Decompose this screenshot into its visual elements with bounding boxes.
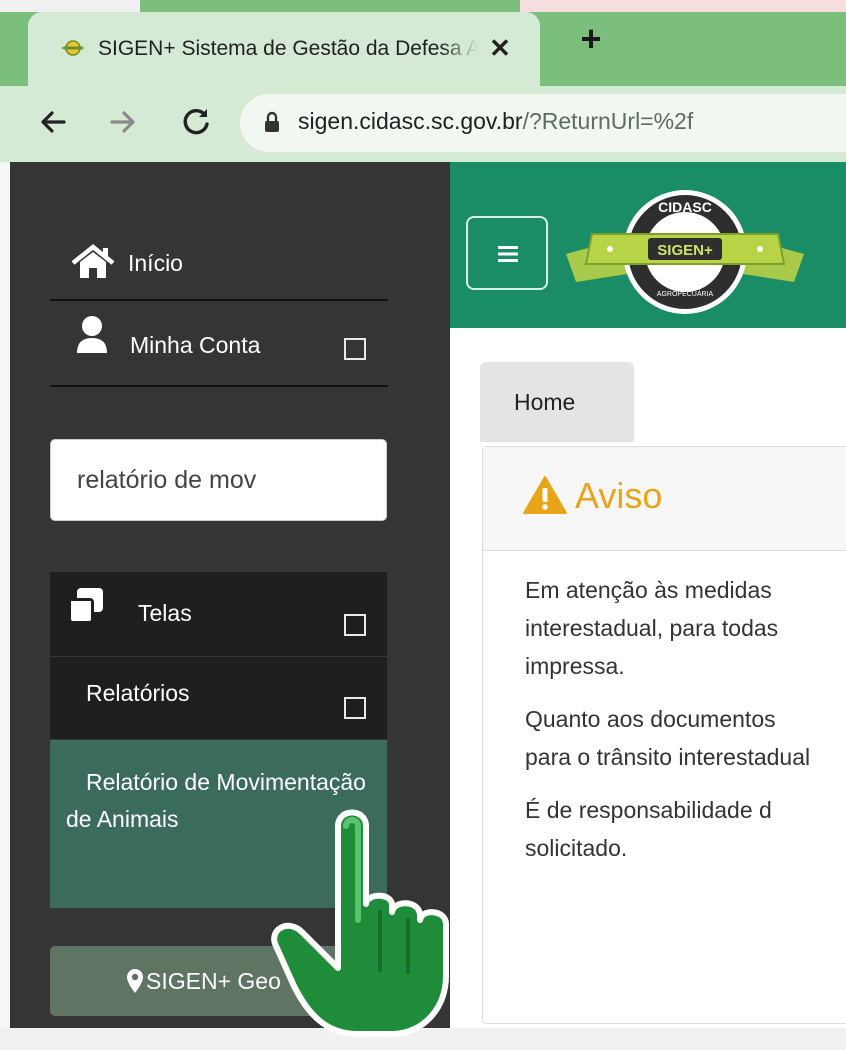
aviso-text-line: É de responsabilidade d [525,797,772,823]
url-text: sigen.cidasc.sc.gov.br/?ReturnUrl=%2f [298,108,693,135]
address-bar[interactable]: sigen.cidasc.sc.gov.br/?ReturnUrl=%2f [240,94,846,152]
cidasc-sigen-logo: SIGEN+ CIDASC DEFESA AGROPECUÁRIA [566,190,804,314]
menu-toggle-button[interactable] [466,216,548,290]
browser-toolbar: sigen.cidasc.sc.gov.br/?ReturnUrl=%2f [0,86,846,162]
sigen-geo-label: SIGEN+ Geo [146,968,281,994]
hamburger-icon [498,246,518,262]
aviso-title: Aviso [575,475,663,516]
aviso-text-line: para o trânsito interestadual [525,744,811,770]
sidebar-item-minha-conta[interactable]: Minha Conta [50,312,388,370]
arrow-left-icon[interactable] [32,100,76,144]
user-icon [77,316,107,353]
sidebar-item-label: Início [128,250,183,276]
windows-icon [68,588,103,624]
reload-icon[interactable] [174,100,218,144]
sidebar-item-label: Telas [138,600,192,626]
logo-bottom-text-1: DEFESA [669,277,702,286]
sidebar-item-label: Relatórios [86,680,190,706]
sidebar-item-inicio[interactable]: Início [50,242,388,282]
new-tab-icon[interactable]: + [574,21,608,58]
url-path: /?ReturnUrl=%2f [522,108,694,134]
aviso-text-line: impressa. [525,653,625,679]
expand-toggle[interactable] [344,614,366,636]
sidebar-divider [50,385,388,387]
map-marker-icon [127,969,143,993]
sidebar-item-relatorios[interactable]: Relatórios [50,657,387,739]
tab-strip-edge-right [520,0,846,12]
sidebar-item-telas[interactable]: Telas [50,572,387,656]
aviso-text-line: Em atenção às medidas [525,577,772,603]
sidebar-divider [50,299,388,301]
aviso-panel: Aviso Em atenção às medidas interestadua… [482,446,846,1024]
aviso-text-line: solicitado. [525,835,628,861]
page-edge [0,162,10,1050]
browser-tab-strip: SIGEN+ Sistema de Gestão da Defesa Agrop… [0,0,846,86]
arrow-right-icon[interactable] [100,100,144,144]
logo-bottom-text-2: AGROPECUÁRIA [657,289,714,298]
menu-search-input[interactable] [51,440,386,520]
aviso-panel-header: Aviso [483,447,846,551]
browser-tab[interactable]: SIGEN+ Sistema de Gestão da Defesa Agrop… [28,12,540,86]
home-icon [71,244,115,278]
lock-icon [265,111,279,132]
expand-toggle[interactable] [344,697,366,719]
url-host: sigen.cidasc.sc.gov.br [298,108,523,134]
logo-banner-text: SIGEN+ [657,242,713,259]
hand-pointer-icon [271,809,449,1037]
warning-icon [523,476,567,514]
tab-strip-edge [0,0,140,12]
expand-toggle[interactable] [344,338,366,360]
menu-search-field[interactable] [50,439,387,521]
sigen-favicon-icon [61,40,85,56]
logo-top-text: CIDASC [658,199,712,215]
sidebar-item-label: Minha Conta [130,332,261,358]
aviso-text-line: interestadual, para todas [525,615,779,641]
tab-home[interactable]: Home [480,362,634,442]
aviso-text-line: Quanto aos documentos [525,706,776,732]
browser-tab-title: SIGEN+ Sistema de Gestão da Defesa Agrop… [98,37,478,60]
close-tab-icon[interactable]: ✕ [484,32,516,64]
